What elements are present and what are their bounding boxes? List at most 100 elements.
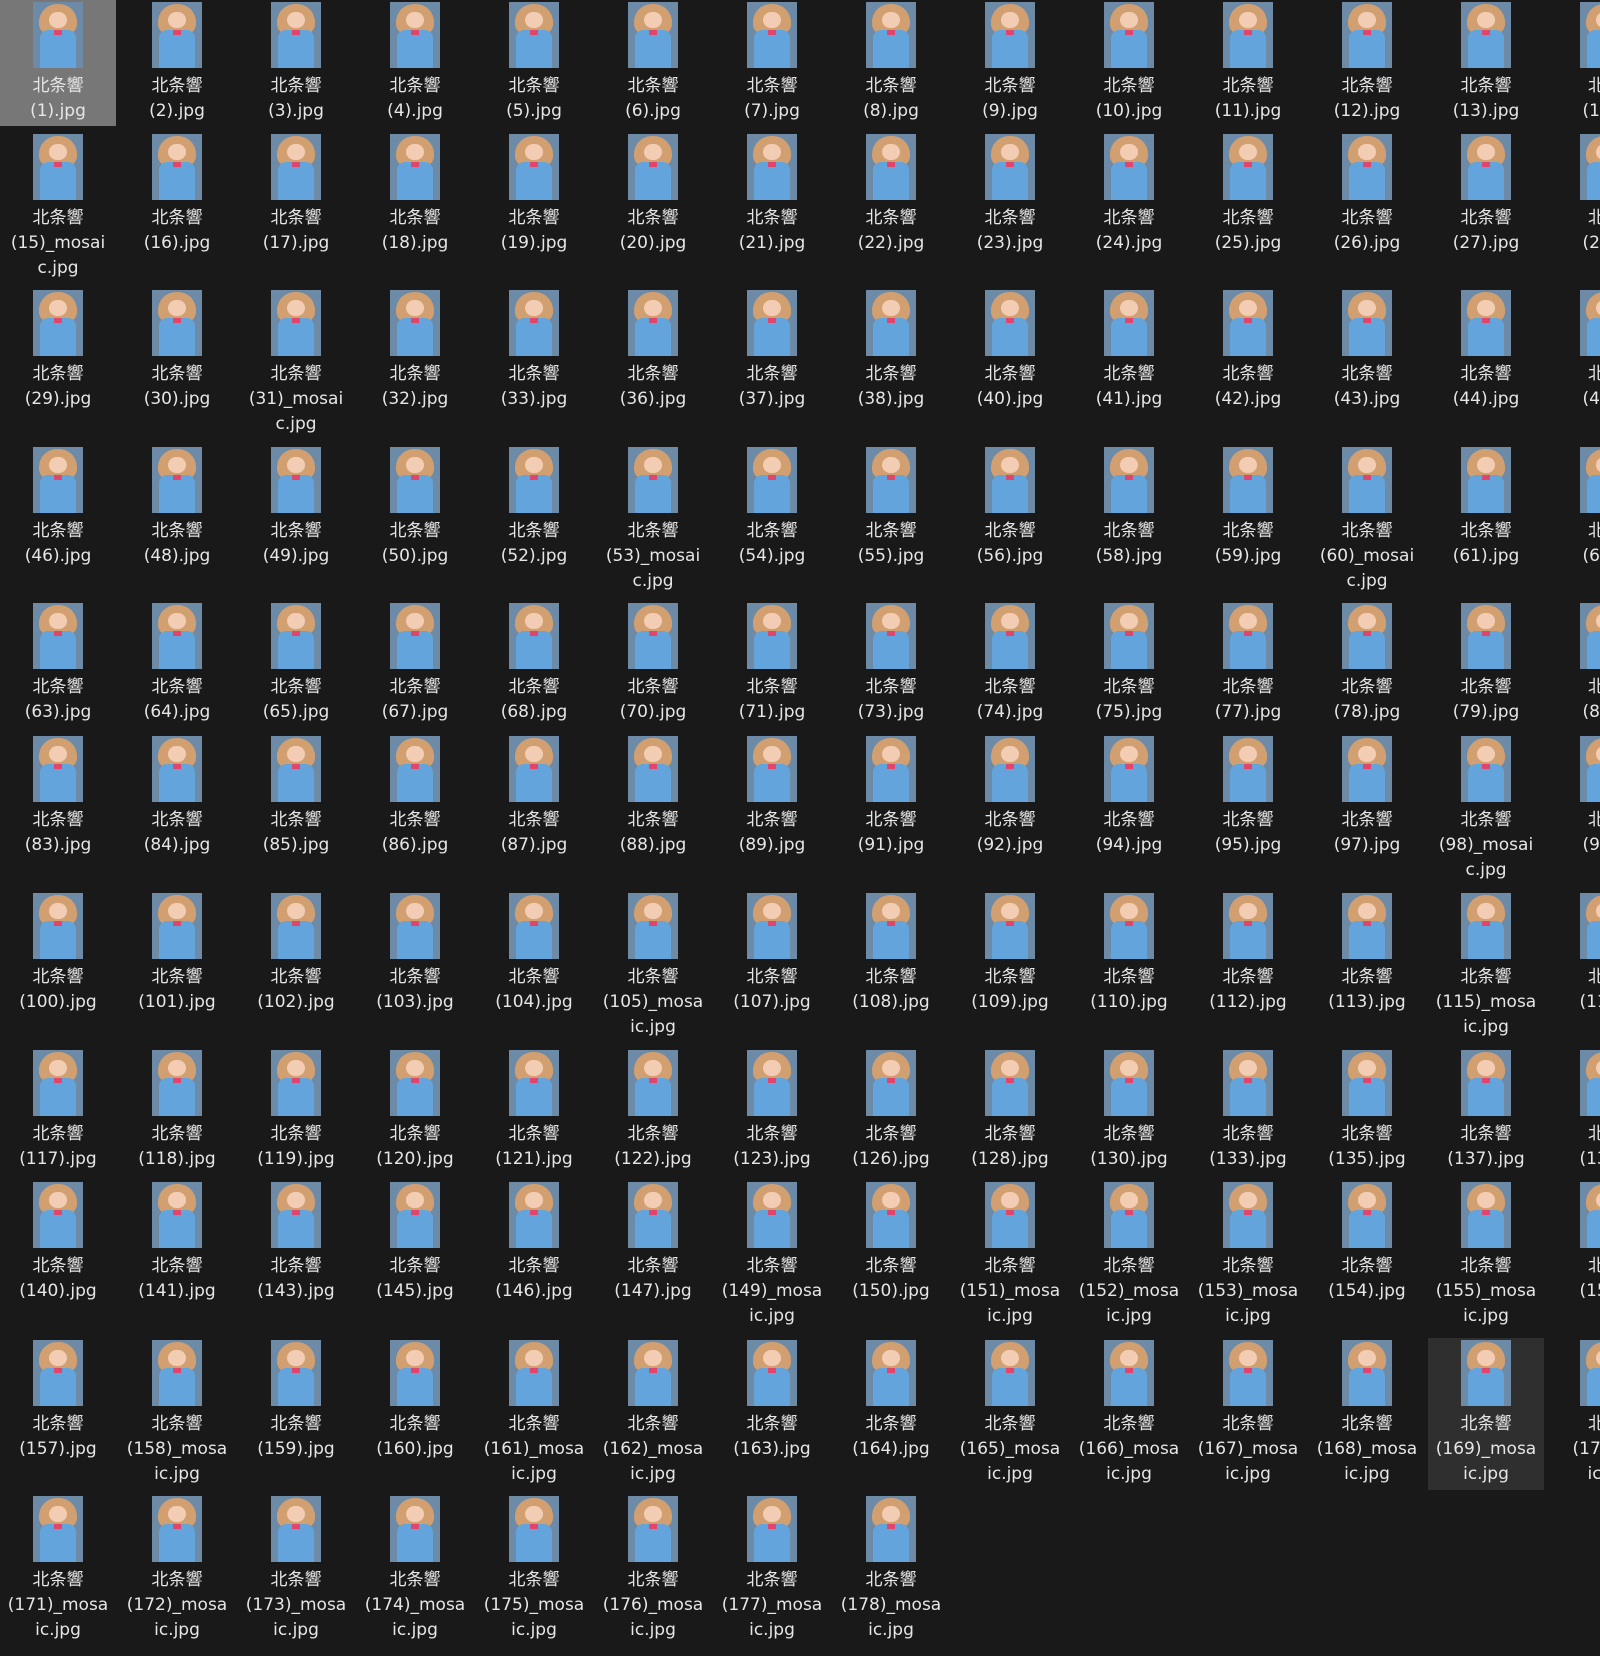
file-item[interactable]: 北条響 (30).jpg [119, 288, 235, 440]
file-item[interactable]: 北条響 (177)_mosa ic.jpg [714, 1494, 830, 1646]
file-item[interactable]: 北条響 (143).jpg [238, 1180, 354, 1332]
file-item[interactable]: 北条響 (42).jpg [1190, 288, 1306, 440]
file-item[interactable]: 北条響 (115)_mosa ic.jpg [1428, 891, 1544, 1043]
file-item[interactable]: 北条 (80).j [1547, 601, 1600, 727]
file-item[interactable]: 北条響 (152)_mosa ic.jpg [1071, 1180, 1187, 1332]
file-item[interactable]: 北条響 (153)_mosa ic.jpg [1190, 1180, 1306, 1332]
file-item[interactable]: 北条響 (13).jpg [1428, 0, 1544, 126]
file-item[interactable]: 北条響 (97).jpg [1309, 734, 1425, 886]
file-item[interactable]: 北条響 (94).jpg [1071, 734, 1187, 886]
file-item[interactable]: 北条響 (128).jpg [952, 1048, 1068, 1174]
file-item[interactable]: 北条響 (56).jpg [952, 445, 1068, 597]
file-item[interactable]: 北条響 (95).jpg [1190, 734, 1306, 886]
file-item[interactable]: 北条響 (100).jpg [0, 891, 116, 1043]
file-item[interactable]: 北条響 (165)_mosa ic.jpg [952, 1338, 1068, 1490]
file-item[interactable]: 北条響 (1).jpg [0, 0, 116, 126]
file-item[interactable]: 北条響 (68).jpg [476, 601, 592, 727]
file-item[interactable]: 北条響 (174)_mosa ic.jpg [357, 1494, 473, 1646]
file-item[interactable]: 北条響 (102).jpg [238, 891, 354, 1043]
file-item[interactable]: 北条響 (50).jpg [357, 445, 473, 597]
file-item[interactable]: 北条響 (173)_mosa ic.jpg [238, 1494, 354, 1646]
file-item[interactable]: 北条 (28).j [1547, 132, 1600, 284]
file-item[interactable]: 北条 (138). [1547, 1048, 1600, 1174]
file-item[interactable]: 北条響 (123).jpg [714, 1048, 830, 1174]
file-item[interactable]: 北条響 (58).jpg [1071, 445, 1187, 597]
file-item[interactable]: 北条響 (175)_mosa ic.jpg [476, 1494, 592, 1646]
file-item[interactable]: 北条響 (92).jpg [952, 734, 1068, 886]
file-item[interactable]: 北条響 (155)_mosa ic.jpg [1428, 1180, 1544, 1332]
file-item[interactable]: 北条響 (4).jpg [357, 0, 473, 126]
file-item[interactable]: 北条響 (36).jpg [595, 288, 711, 440]
file-item[interactable]: 北条響 (15)_mosai c.jpg [0, 132, 116, 284]
file-item[interactable]: 北条響 (60)_mosai c.jpg [1309, 445, 1425, 597]
file-item[interactable]: 北条響 (176)_mosa ic.jpg [595, 1494, 711, 1646]
file-item[interactable]: 北条 (99).j [1547, 734, 1600, 886]
file-item[interactable]: 北条響 (79).jpg [1428, 601, 1544, 727]
file-item[interactable]: 北条響 (24).jpg [1071, 132, 1187, 284]
file-item[interactable]: 北条 (156). [1547, 1180, 1600, 1332]
file-item[interactable]: 北条響 (119).jpg [238, 1048, 354, 1174]
file-item[interactable]: 北条響 (55).jpg [833, 445, 949, 597]
file-item[interactable]: 北条響 (18).jpg [357, 132, 473, 284]
file-item[interactable]: 北条響 (161)_mosa ic.jpg [476, 1338, 592, 1490]
file-item[interactable]: 北条響 (171)_mosa ic.jpg [0, 1494, 116, 1646]
file-item[interactable]: 北条響 (140).jpg [0, 1180, 116, 1332]
file-item[interactable]: 北条響 (150).jpg [833, 1180, 949, 1332]
file-item[interactable]: 北条響 (85).jpg [238, 734, 354, 886]
file-item[interactable]: 北条響 (162)_mosa ic.jpg [595, 1338, 711, 1490]
file-item[interactable]: 北条響 (8).jpg [833, 0, 949, 126]
file-item[interactable]: 北条響 (48).jpg [119, 445, 235, 597]
file-item[interactable]: 北条響 (49).jpg [238, 445, 354, 597]
file-item[interactable]: 北条響 (145).jpg [357, 1180, 473, 1332]
file-item[interactable]: 北条響 (63).jpg [0, 601, 116, 727]
file-item[interactable]: 北条響 (59).jpg [1190, 445, 1306, 597]
file-item[interactable]: 北条響 (135).jpg [1309, 1048, 1425, 1174]
file-item[interactable]: 北条響 (110).jpg [1071, 891, 1187, 1043]
file-item[interactable]: 北条響 (21).jpg [714, 132, 830, 284]
file-item[interactable]: 北条響 (70).jpg [595, 601, 711, 727]
file-item[interactable]: 北条響 (16).jpg [119, 132, 235, 284]
file-item[interactable]: 北条響 (37).jpg [714, 288, 830, 440]
file-item[interactable]: 北条響 (7).jpg [714, 0, 830, 126]
file-item[interactable]: 北条響 (101).jpg [119, 891, 235, 1043]
file-item[interactable]: 北条響 (126).jpg [833, 1048, 949, 1174]
file-item[interactable]: 北条 (45).j [1547, 288, 1600, 440]
file-item[interactable]: 北条響 (158)_mosa ic.jpg [119, 1338, 235, 1490]
file-item[interactable]: 北条響 (141).jpg [119, 1180, 235, 1332]
file-item[interactable]: 北条響 (33).jpg [476, 288, 592, 440]
file-item[interactable]: 北条響 (11).jpg [1190, 0, 1306, 126]
file-item[interactable]: 北条 (116). [1547, 891, 1600, 1043]
file-item[interactable]: 北条響 (32).jpg [357, 288, 473, 440]
file-item[interactable]: 北条響 (67).jpg [357, 601, 473, 727]
file-item[interactable]: 北条響 (2).jpg [119, 0, 235, 126]
file-item[interactable]: 北条響 (105)_mosa ic.jpg [595, 891, 711, 1043]
file-item[interactable]: 北条響 (169)_mosa ic.jpg [1428, 1338, 1544, 1490]
file-item[interactable]: 北条響 (38).jpg [833, 288, 949, 440]
file-item[interactable]: 北条響 (113).jpg [1309, 891, 1425, 1043]
file-item[interactable]: 北条響 (117).jpg [0, 1048, 116, 1174]
file-item[interactable]: 北条響 (78).jpg [1309, 601, 1425, 727]
file-item[interactable]: 北条響 (118).jpg [119, 1048, 235, 1174]
file-item[interactable]: 北条響 (71).jpg [714, 601, 830, 727]
file-item[interactable]: 北条響 (19).jpg [476, 132, 592, 284]
file-item[interactable]: 北条響 (41).jpg [1071, 288, 1187, 440]
file-item[interactable]: 北条響 (84).jpg [119, 734, 235, 886]
file-item[interactable]: 北条響 (88).jpg [595, 734, 711, 886]
file-item[interactable]: 北条響 (54).jpg [714, 445, 830, 597]
file-item[interactable]: 北条響 (83).jpg [0, 734, 116, 886]
file-item[interactable]: 北条 (14).j [1547, 0, 1600, 126]
file-item[interactable]: 北条 (170)_n ic.jp [1547, 1338, 1600, 1490]
file-item[interactable]: 北条響 (77).jpg [1190, 601, 1306, 727]
file-item[interactable]: 北条響 (89).jpg [714, 734, 830, 886]
file-item[interactable]: 北条響 (120).jpg [357, 1048, 473, 1174]
file-item[interactable]: 北条響 (130).jpg [1071, 1048, 1187, 1174]
file-item[interactable]: 北条響 (157).jpg [0, 1338, 116, 1490]
file-item[interactable]: 北条響 (147).jpg [595, 1180, 711, 1332]
file-item[interactable]: 北条響 (65).jpg [238, 601, 354, 727]
file-item[interactable]: 北条響 (87).jpg [476, 734, 592, 886]
file-item[interactable]: 北条響 (167)_mosa ic.jpg [1190, 1338, 1306, 1490]
file-item[interactable]: 北条響 (104).jpg [476, 891, 592, 1043]
file-item[interactable]: 北条響 (91).jpg [833, 734, 949, 886]
file-item[interactable]: 北条響 (23).jpg [952, 132, 1068, 284]
file-item[interactable]: 北条響 (31)_mosai c.jpg [238, 288, 354, 440]
